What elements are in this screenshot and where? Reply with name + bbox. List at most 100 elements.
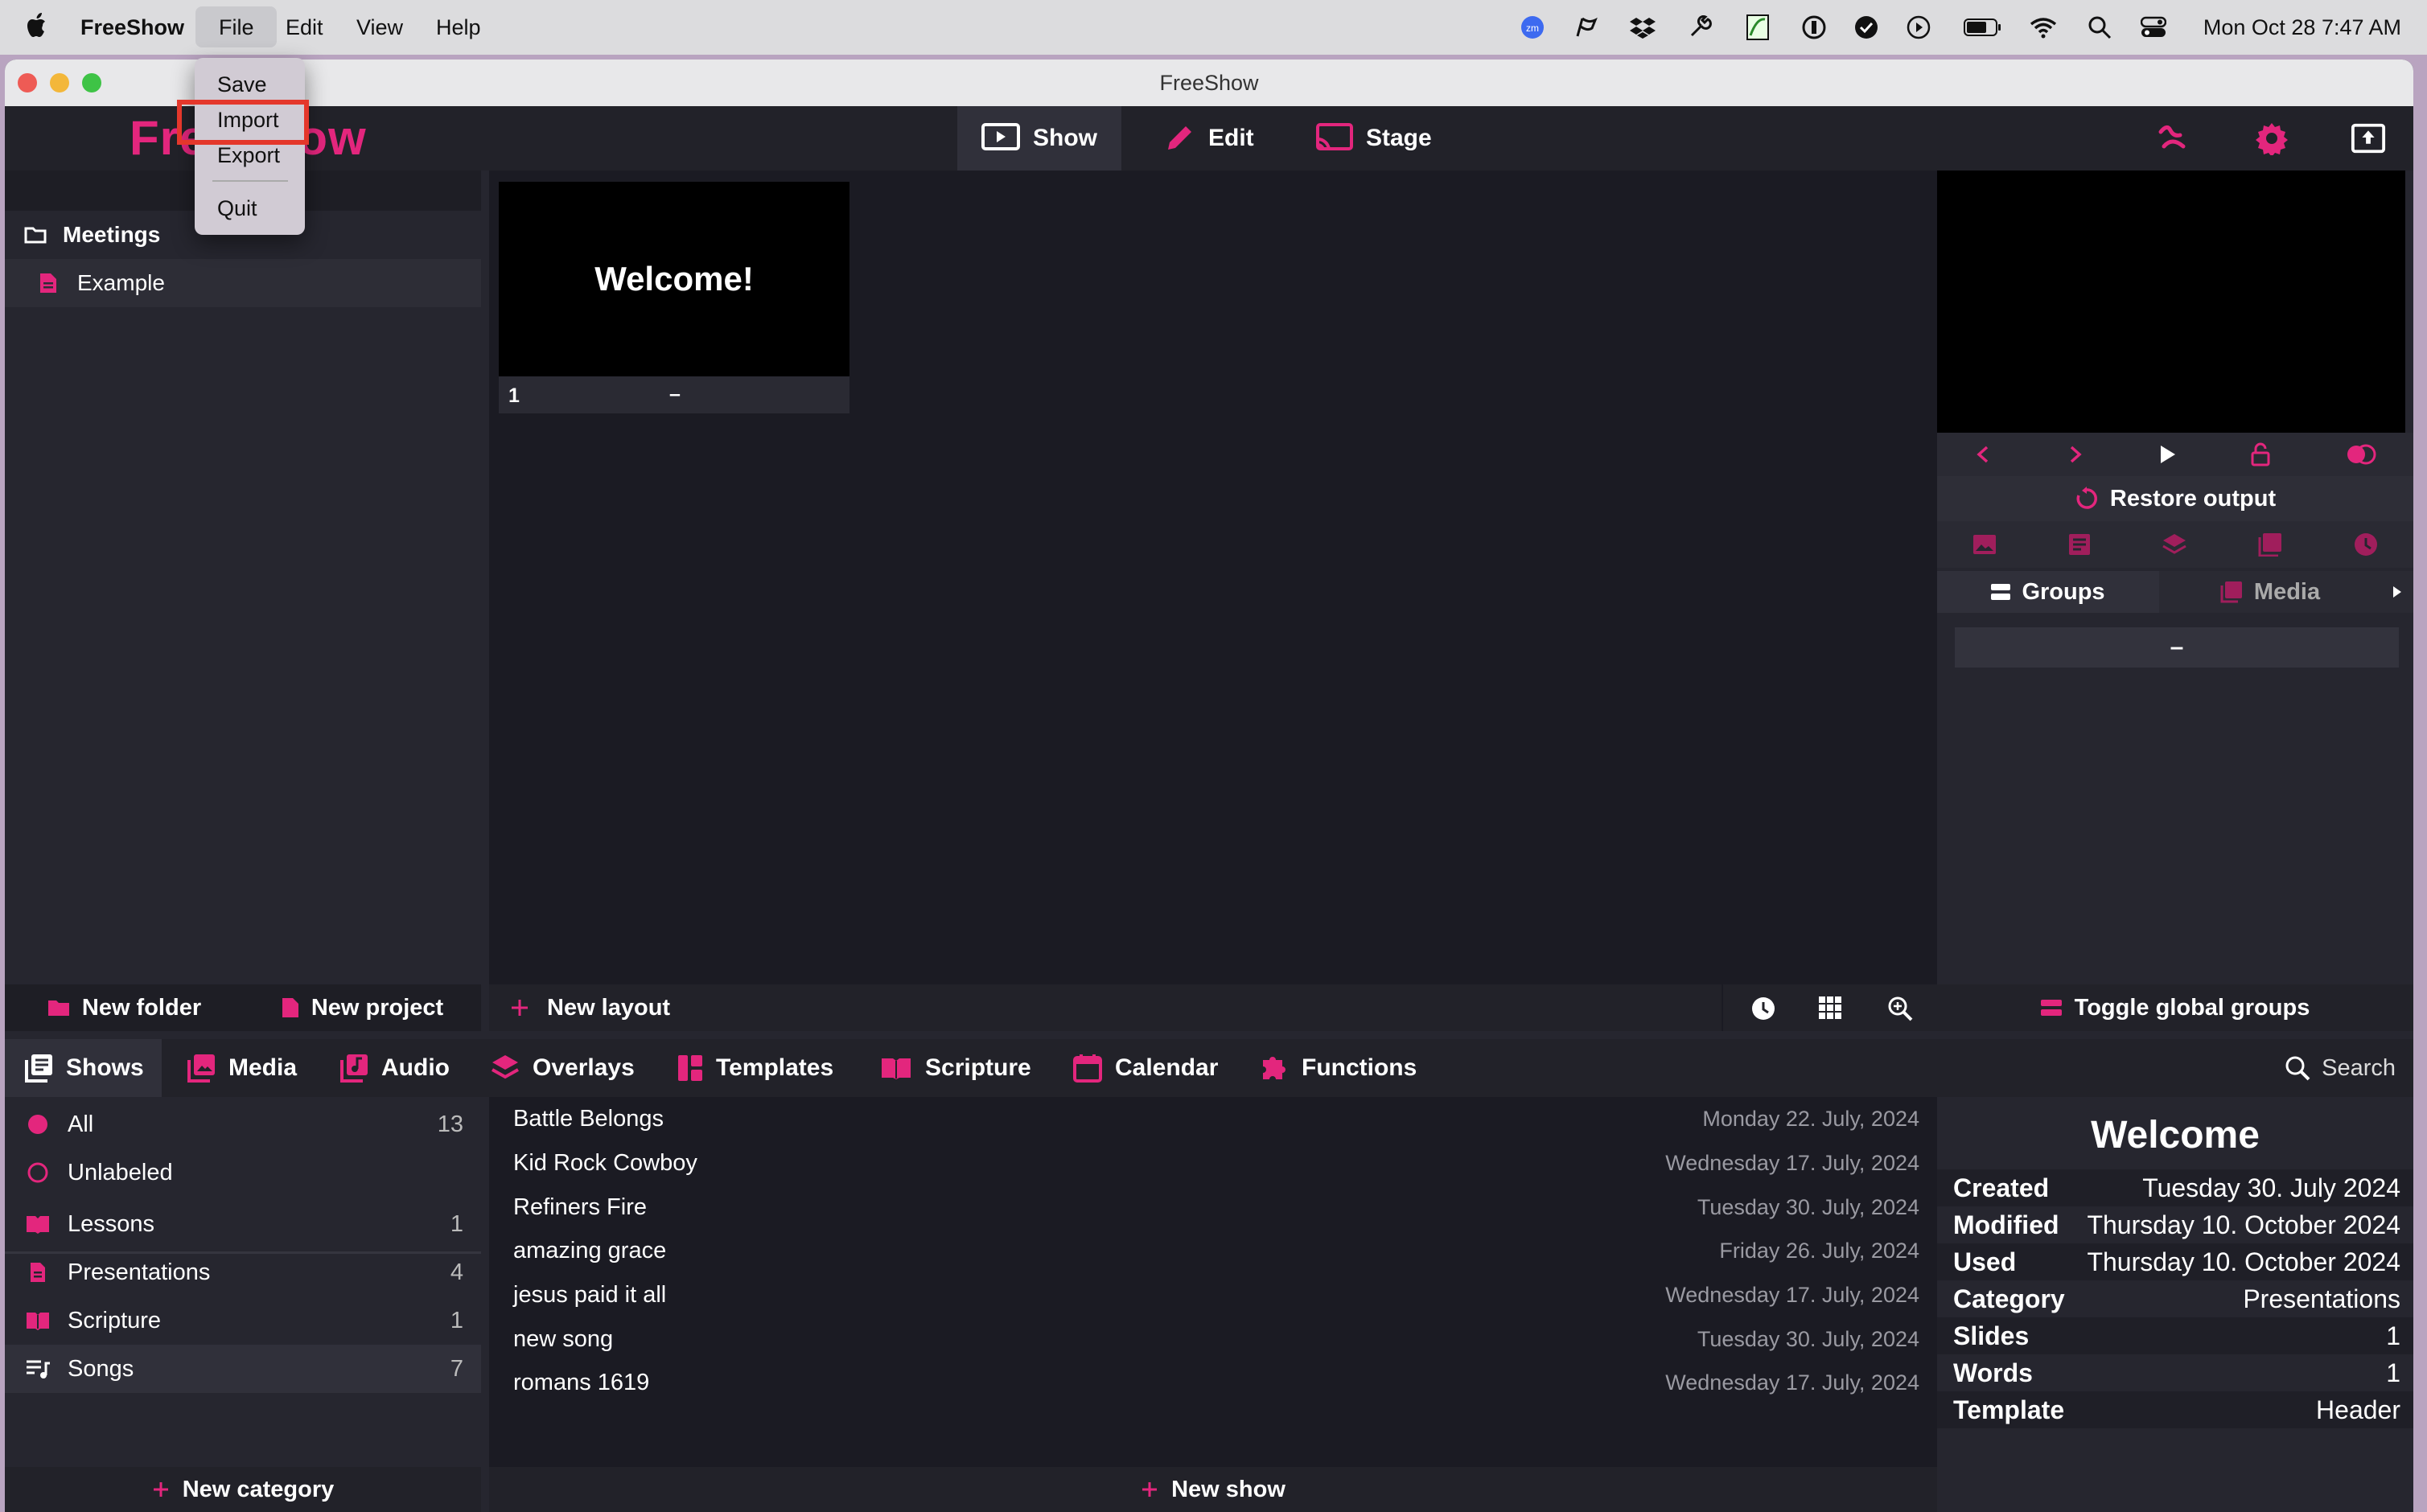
category-songs[interactable]: Songs 7 <box>5 1345 481 1393</box>
tab-stage[interactable]: Stage <box>1292 106 1456 171</box>
info-value: Tuesday 30. July 2024 <box>2142 1173 2400 1202</box>
tab-show[interactable]: Show <box>957 106 1121 171</box>
tab-media[interactable]: Media <box>2159 571 2381 613</box>
tab-edit[interactable]: Edit <box>1139 106 1278 171</box>
zoom-icon[interactable]: zm <box>1519 14 1546 41</box>
category-presentations[interactable]: Presentations 4 <box>5 1248 481 1296</box>
show-row[interactable]: Kid Rock Cowboy Wednesday 17. July, 2024 <box>489 1141 1937 1185</box>
new-category-label: New category <box>182 1476 335 1502</box>
category-label: Lessons <box>68 1210 155 1237</box>
check-shield-icon[interactable] <box>1853 14 1880 41</box>
category-scripture[interactable]: Scripture 1 <box>5 1296 481 1345</box>
image-icon[interactable] <box>1972 534 1997 555</box>
battery-icon[interactable] <box>1963 14 2003 41</box>
flag-icon[interactable] <box>1573 14 1600 41</box>
media-library-icon[interactable] <box>2258 532 2282 557</box>
control-center-icon[interactable] <box>2140 14 2167 41</box>
plus-icon <box>153 1482 168 1497</box>
new-show-button[interactable]: New show <box>489 1467 1937 1512</box>
grid-icon[interactable] <box>1818 996 1842 1020</box>
show-row[interactable]: romans 1619 Wednesday 17. July, 2024 <box>489 1361 1937 1405</box>
clock-icon[interactable] <box>1750 996 1776 1021</box>
timer-icon[interactable] <box>2354 532 2378 557</box>
output-preview[interactable] <box>1937 171 2405 433</box>
show-row[interactable]: Refiners Fire Tuesday 30. July, 2024 <box>489 1185 1937 1230</box>
output-window-icon[interactable] <box>2351 121 2386 156</box>
draw-icon[interactable] <box>2154 121 2190 156</box>
minimize-button[interactable] <box>50 73 69 92</box>
new-folder-button[interactable]: New folder <box>5 984 243 1031</box>
chevron-left-icon[interactable] <box>1974 444 1992 465</box>
category-all[interactable]: All 13 <box>5 1100 481 1148</box>
chevron-right-icon[interactable] <box>2067 444 2084 465</box>
gear-icon[interactable] <box>2254 121 2289 156</box>
tab-show-label: Show <box>1033 125 1097 151</box>
menu-edit[interactable]: Edit <box>286 15 323 39</box>
drawer-tab-calendar-label: Calendar <box>1115 1054 1219 1081</box>
toggle-global-groups-button[interactable]: Toggle global groups <box>1937 984 2413 1031</box>
menu-item-save[interactable]: Save <box>217 72 267 97</box>
audio-icon <box>340 1054 368 1083</box>
project-item-example[interactable]: Example <box>5 259 481 307</box>
calendar-icon <box>1073 1054 1102 1083</box>
show-name: jesus paid it all <box>513 1282 667 1308</box>
group-item[interactable]: – <box>1955 627 2399 668</box>
slide-number: 1 <box>508 384 520 407</box>
grapher-icon[interactable] <box>1744 14 1771 41</box>
new-project-button[interactable]: New project <box>243 984 481 1031</box>
show-name: romans 1619 <box>513 1370 650 1395</box>
category-unlabeled[interactable]: Unlabeled <box>5 1148 481 1197</box>
transition-icon[interactable] <box>2346 444 2376 465</box>
restore-output-button[interactable]: Restore output <box>1937 476 2413 521</box>
presentation-icon <box>981 123 1020 150</box>
output-panel: Restore output Groups Media – Toggle glo… <box>1937 171 2413 1031</box>
tab-edit-label: Edit <box>1208 125 1254 151</box>
menu-file[interactable]: File <box>219 15 254 39</box>
drawer-tab-functions[interactable]: Functions <box>1242 1039 1434 1097</box>
lock-icon[interactable] <box>2250 442 2271 466</box>
layers-icon[interactable] <box>2162 532 2187 557</box>
drawer-tab-audio[interactable]: Audio <box>322 1039 467 1097</box>
search-button[interactable]: Search <box>2285 1039 2396 1097</box>
menu-help[interactable]: Help <box>436 15 481 39</box>
apple-icon[interactable] <box>26 11 50 39</box>
drawer-tab-shows[interactable]: Shows <box>5 1039 162 1097</box>
play-circle-icon[interactable] <box>1905 14 1932 41</box>
drawer-tab-calendar[interactable]: Calendar <box>1055 1039 1236 1097</box>
zoom-button[interactable] <box>82 73 101 92</box>
text-icon[interactable] <box>2068 533 2091 556</box>
onepassword-icon[interactable] <box>1800 14 1828 41</box>
new-layout-button[interactable]: New layout <box>510 984 670 1031</box>
show-row[interactable]: new song Tuesday 30. July, 2024 <box>489 1317 1937 1362</box>
app-topbar: FreeShow Show Edit Stage <box>5 106 2413 171</box>
drawer-tab-overlays[interactable]: Overlays <box>473 1039 652 1097</box>
menu-item-quit[interactable]: Quit <box>217 196 257 221</box>
new-show-label: New show <box>1171 1476 1285 1502</box>
menubar-clock[interactable]: Mon Oct 28 7:47 AM <box>2203 15 2401 39</box>
show-name: Refiners Fire <box>513 1194 647 1220</box>
tab-groups[interactable]: Groups <box>1937 571 2159 613</box>
menubar-app-name[interactable]: FreeShow <box>80 15 184 39</box>
new-category-button[interactable]: New category <box>5 1467 481 1512</box>
category-lessons[interactable]: Lessons 1 <box>5 1200 481 1248</box>
drawer-tab-templates[interactable]: Templates <box>660 1039 851 1097</box>
show-row[interactable]: Battle Belongs Monday 22. July, 2024 <box>489 1097 1937 1141</box>
dropbox-icon[interactable] <box>1629 14 1656 41</box>
drawer-tab-media[interactable]: Media <box>169 1039 315 1097</box>
close-button[interactable] <box>18 73 37 92</box>
slide-thumbnail[interactable]: Welcome! <box>499 182 849 376</box>
templates-icon <box>678 1055 702 1081</box>
spotlight-search-icon[interactable] <box>2086 14 2113 41</box>
menu-item-export[interactable]: Export <box>217 143 280 168</box>
menu-view[interactable]: View <box>356 15 403 39</box>
show-row[interactable]: amazing grace Friday 26. July, 2024 <box>489 1229 1937 1273</box>
zoom-icon[interactable] <box>1887 996 1913 1021</box>
wifi-icon[interactable] <box>2030 14 2057 41</box>
tools-icon[interactable] <box>1686 14 1713 41</box>
play-icon[interactable] <box>2158 444 2176 465</box>
show-row[interactable]: jesus paid it all Wednesday 17. July, 202… <box>489 1273 1937 1317</box>
category-count: 7 <box>450 1355 463 1382</box>
drawer-tab-scripture[interactable]: Scripture <box>862 1039 1049 1097</box>
category-label: Scripture <box>68 1307 162 1333</box>
expand-arrow-icon[interactable] <box>2381 571 2413 613</box>
